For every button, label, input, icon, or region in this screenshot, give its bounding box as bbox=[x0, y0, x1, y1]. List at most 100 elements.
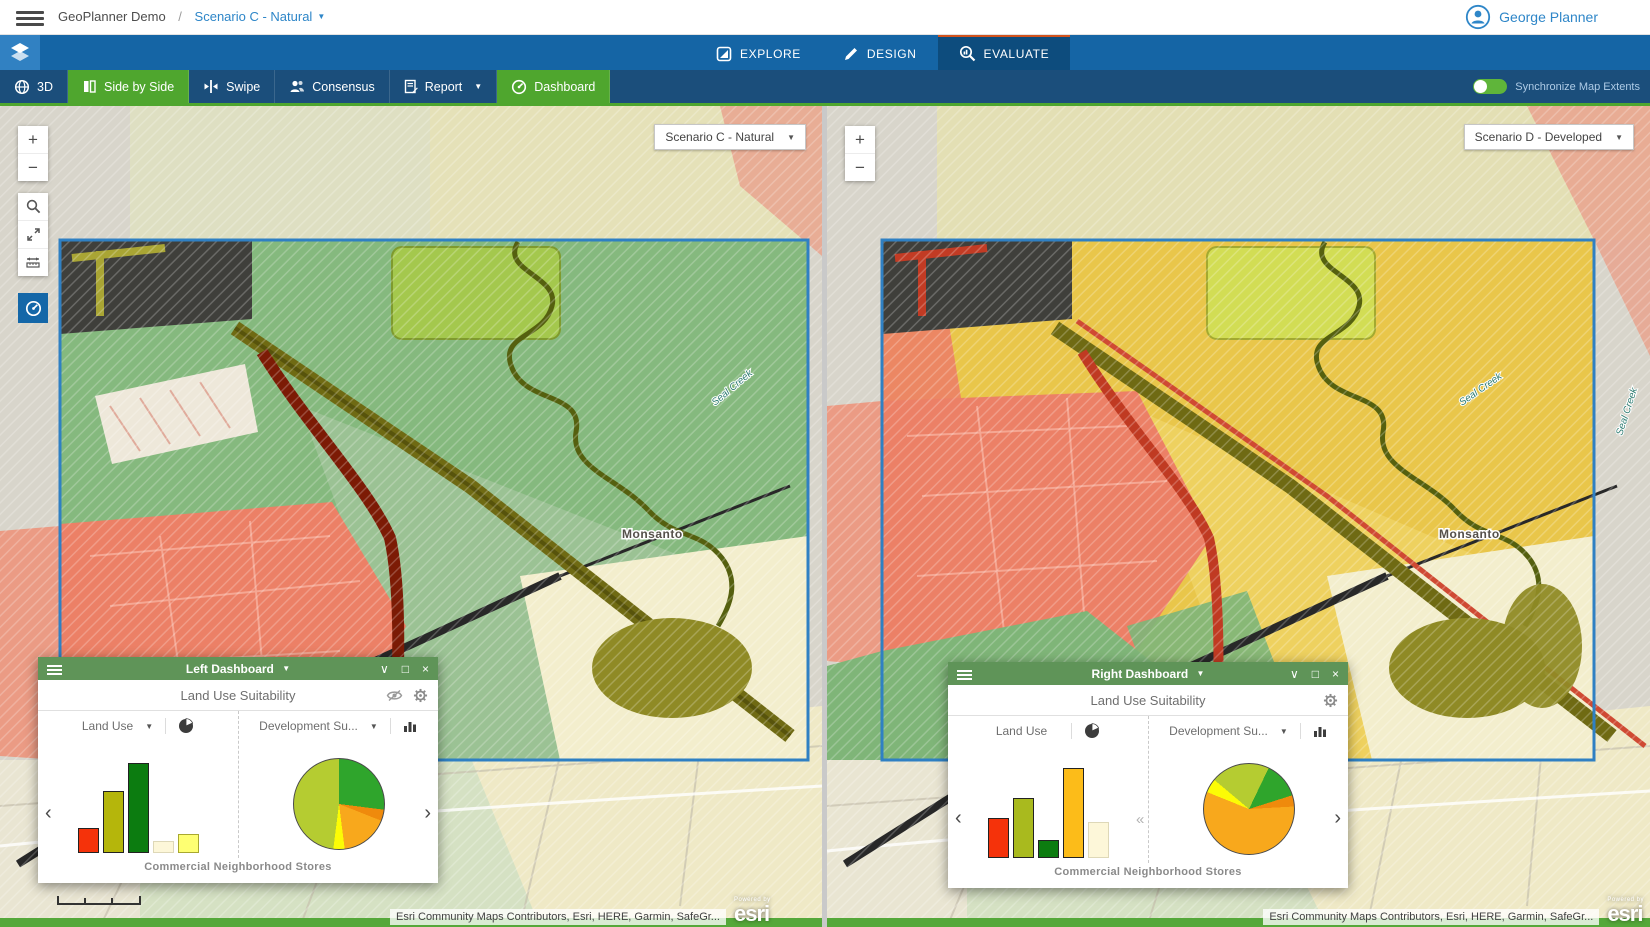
bar-segment bbox=[988, 818, 1009, 858]
tab-explore[interactable]: EXPLORE bbox=[695, 34, 822, 70]
panel-menu-icon[interactable] bbox=[47, 663, 62, 677]
zoom-in-button[interactable]: + bbox=[18, 126, 48, 153]
right-scenario-selector[interactable]: Scenario D - Developed ▼ bbox=[1464, 124, 1634, 150]
breadcrumb-project[interactable]: GeoPlanner Demo bbox=[58, 9, 166, 24]
widget-title: Land Use Suitability bbox=[1091, 693, 1206, 708]
hamburger-menu-icon[interactable] bbox=[16, 8, 44, 29]
bar-segment bbox=[153, 841, 174, 853]
bar-segment bbox=[78, 828, 99, 853]
esri-logo: Powered by esri bbox=[1607, 897, 1644, 925]
tab-evaluate[interactable]: EVALUATE bbox=[938, 34, 1071, 70]
3d-button[interactable]: 3D bbox=[0, 70, 68, 103]
evaluate-magnifier-icon bbox=[959, 45, 976, 62]
visibility-eye-slash-icon[interactable] bbox=[386, 689, 403, 702]
zoom-controls: + − bbox=[18, 126, 48, 181]
chart-layer-selector[interactable]: Land Use ▼ bbox=[82, 714, 194, 738]
development-suitability-pie-chart bbox=[293, 738, 385, 858]
carousel-next-button[interactable]: › bbox=[424, 803, 431, 823]
map-area: Seal Creek Monsanto + − bbox=[0, 106, 1650, 927]
chart-layer-selector[interactable]: Development Su... ▼ bbox=[259, 714, 418, 738]
collapse-button[interactable]: ∨ bbox=[380, 662, 389, 676]
swipe-button[interactable]: Swipe bbox=[189, 70, 275, 103]
report-button[interactable]: Report ▼ bbox=[390, 70, 497, 103]
right-map-attribution: Esri Community Maps Contributors, Esri, … bbox=[1263, 897, 1644, 925]
layers-button[interactable] bbox=[0, 34, 40, 70]
chart-carousel: ‹ › Land Use ▼ Development Su.. bbox=[38, 711, 438, 858]
layers-icon bbox=[10, 42, 30, 62]
sync-extents-control: Synchronize Map Extents bbox=[1473, 70, 1640, 103]
tab-label: DESIGN bbox=[867, 47, 917, 61]
right-dashboard-panel: Right Dashboard ▼ ∨ □ × Land Use Suitabi… bbox=[948, 662, 1348, 888]
panel-window-controls: ∨ □ × bbox=[380, 657, 429, 680]
chevron-down-icon: ▼ bbox=[370, 722, 378, 731]
toolbar-button-label: Swipe bbox=[226, 80, 260, 94]
tab-design[interactable]: DESIGN bbox=[822, 34, 938, 70]
development-suitability-pie-chart bbox=[1203, 743, 1295, 863]
right-dashboard-header[interactable]: Right Dashboard ▼ ∨ □ × bbox=[948, 662, 1348, 685]
close-button[interactable]: × bbox=[422, 662, 429, 676]
pie-chart-icon[interactable] bbox=[1084, 723, 1100, 739]
land-use-bar-chart bbox=[988, 743, 1109, 863]
zoom-in-button[interactable]: + bbox=[845, 126, 875, 153]
zoom-out-button[interactable]: − bbox=[18, 153, 48, 181]
left-scenario-selector[interactable]: Scenario C - Natural ▼ bbox=[654, 124, 806, 150]
measure-button[interactable] bbox=[18, 248, 48, 276]
land-use-chart-section: Land Use ▼ bbox=[38, 711, 238, 858]
toolbar-button-label: 3D bbox=[37, 80, 53, 94]
panel-window-controls: ∨ □ × bbox=[1290, 662, 1339, 685]
expand-extent-button[interactable] bbox=[18, 220, 48, 248]
chart-layer-selector[interactable]: Development Su... ▼ bbox=[1169, 719, 1328, 743]
panel-title-dropdown[interactable]: Left Dashboard ▼ bbox=[186, 662, 290, 676]
widget-title: Land Use Suitability bbox=[181, 688, 296, 703]
left-dashboard-header[interactable]: Left Dashboard ▼ ∨ □ × bbox=[38, 657, 438, 680]
maximize-button[interactable]: □ bbox=[1312, 667, 1319, 681]
carousel-next-button[interactable]: › bbox=[1334, 808, 1341, 828]
carousel-collapse-button[interactable]: « bbox=[1136, 812, 1144, 827]
bar-segment bbox=[103, 791, 124, 853]
map-tool-rail bbox=[18, 193, 48, 276]
carousel-prev-button[interactable]: ‹ bbox=[955, 808, 962, 828]
nav-bar: EXPLORE DESIGN EVALUATE bbox=[0, 34, 1650, 70]
geoplanner-app: GeoPlanner Demo / Scenario C - Natural▼ … bbox=[0, 0, 1650, 927]
chart-footer-label: Commercial Neighborhood Stores bbox=[38, 858, 438, 883]
pencil-icon bbox=[843, 46, 859, 62]
carousel-prev-button[interactable]: ‹ bbox=[45, 803, 52, 823]
pie-chart-icon[interactable] bbox=[178, 718, 194, 734]
user-menu[interactable]: George Planner bbox=[1465, 0, 1598, 34]
gear-icon[interactable] bbox=[413, 688, 428, 703]
dashboard-button[interactable]: Dashboard bbox=[497, 70, 610, 103]
map-divider bbox=[822, 106, 827, 927]
collapse-button[interactable]: ∨ bbox=[1290, 667, 1299, 681]
panel-menu-icon[interactable] bbox=[957, 668, 972, 682]
user-name: George Planner bbox=[1499, 9, 1598, 25]
evaluate-toolbar: 3D Side by Side Swipe Consensus Report bbox=[0, 70, 1650, 106]
sync-extents-toggle[interactable] bbox=[1473, 79, 1507, 94]
top-bar: GeoPlanner Demo / Scenario C - Natural▼ … bbox=[0, 0, 1650, 35]
bar-chart-icon[interactable] bbox=[1313, 724, 1328, 738]
breadcrumb: GeoPlanner Demo / Scenario C - Natural▼ bbox=[58, 0, 325, 34]
bar-segment bbox=[1013, 798, 1034, 858]
zoom-out-button[interactable]: − bbox=[845, 153, 875, 181]
chevron-down-icon: ▼ bbox=[145, 722, 153, 731]
close-button[interactable]: × bbox=[1332, 667, 1339, 681]
globe-icon bbox=[14, 79, 30, 95]
breadcrumb-scenario-dropdown[interactable]: Scenario C - Natural▼ bbox=[195, 9, 326, 24]
consensus-button[interactable]: Consensus bbox=[275, 70, 390, 103]
tab-label: EXPLORE bbox=[740, 47, 801, 61]
bar-segment bbox=[128, 763, 149, 853]
chart-carousel: ‹ « › Land Use Develop bbox=[948, 716, 1348, 863]
maximize-button[interactable]: □ bbox=[402, 662, 409, 676]
dashboard-tool-button[interactable] bbox=[18, 293, 48, 323]
avatar-icon bbox=[1465, 4, 1491, 30]
breadcrumb-separator: / bbox=[178, 9, 182, 24]
toolbar-button-label: Side by Side bbox=[104, 80, 174, 94]
bar-chart-icon[interactable] bbox=[403, 719, 418, 733]
chevron-down-icon: ▼ bbox=[1197, 669, 1205, 678]
chart-layer-selector[interactable]: Land Use bbox=[996, 719, 1100, 743]
gear-icon[interactable] bbox=[1323, 693, 1338, 708]
place-label: Monsanto bbox=[1439, 527, 1500, 541]
dashboard-gauge-icon bbox=[511, 79, 527, 95]
side-by-side-button[interactable]: Side by Side bbox=[68, 70, 189, 103]
search-button[interactable] bbox=[18, 193, 48, 220]
panel-title-dropdown[interactable]: Right Dashboard ▼ bbox=[1092, 667, 1205, 681]
